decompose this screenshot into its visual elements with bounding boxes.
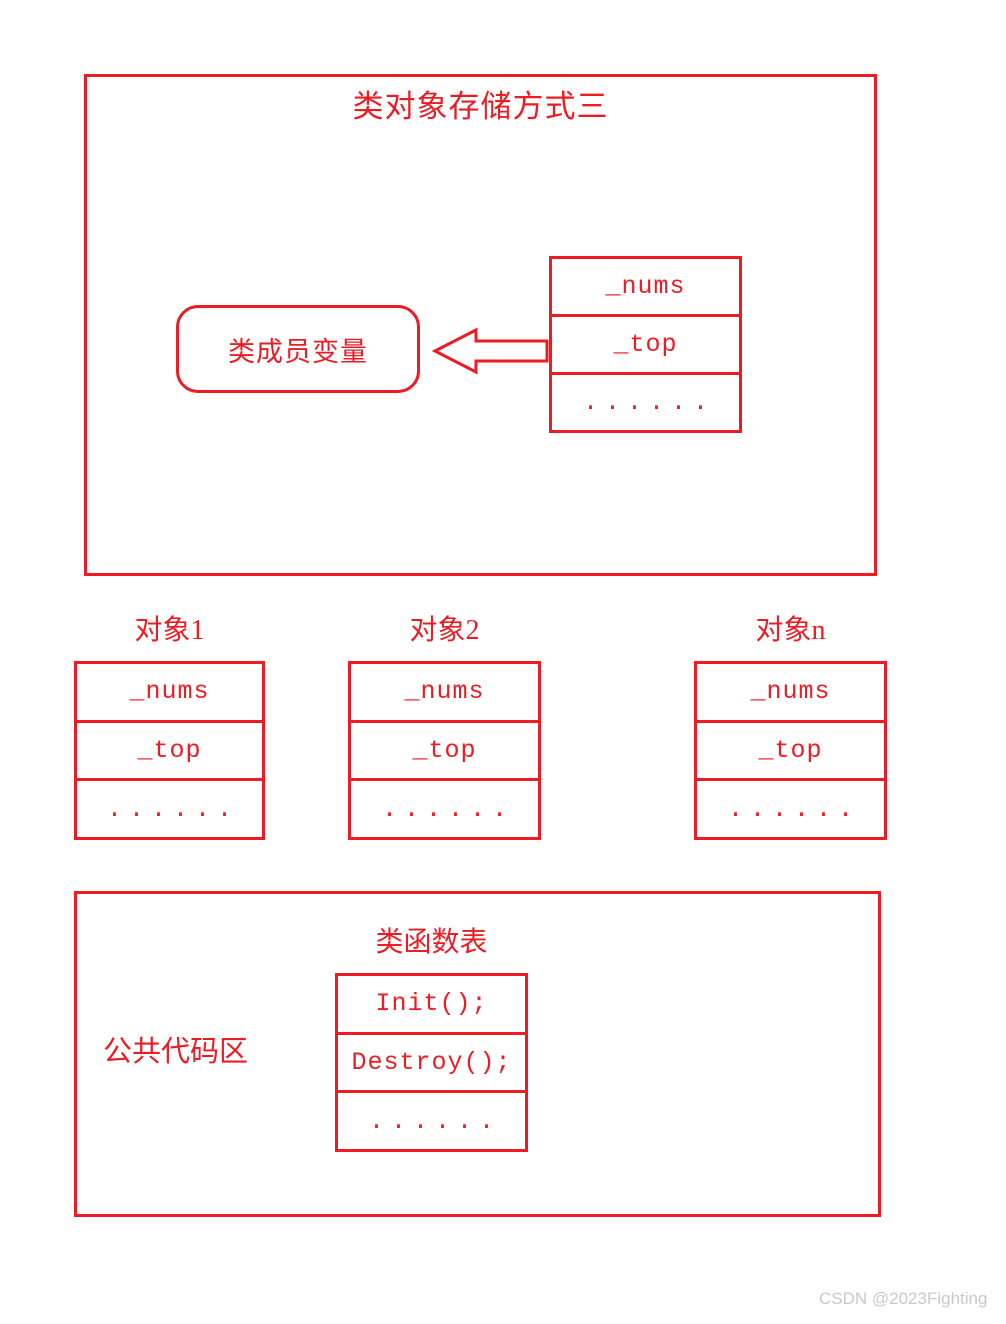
table-row: ...... [351, 778, 538, 837]
table-row: _top [351, 719, 538, 779]
object-table-2: _nums _top ...... [348, 661, 541, 840]
table-row: _top [552, 314, 739, 372]
table-row: ...... [697, 778, 884, 837]
table-row: ...... [552, 372, 739, 430]
table-row: _nums [605, 272, 686, 301]
table-row: ...... [77, 778, 262, 837]
watermark: CSDN @2023Fighting [819, 1289, 988, 1308]
object-label-n: 对象n [755, 615, 826, 646]
class-member-variable-node: 类成员变量 [176, 305, 420, 393]
table-row: Init(); [375, 989, 488, 1019]
class-member-table: _nums _top ...... [549, 256, 742, 433]
table-row: _top [697, 719, 884, 779]
table-row: _nums [129, 677, 210, 707]
table-row: _top [77, 719, 262, 779]
diagram-canvas: 类对象存储方式三 类成员变量 _nums _top ...... 对象1 _nu… [0, 0, 1006, 1324]
public-code-area-label: 公共代码区 [103, 1036, 249, 1068]
function-table-title: 类函数表 [375, 927, 488, 958]
object-label-1: 对象1 [134, 615, 205, 646]
table-row: ...... [338, 1090, 525, 1149]
table-row: _nums [750, 677, 831, 707]
left-arrow-icon [431, 325, 550, 377]
diagram-title: 类对象存储方式三 [352, 89, 609, 124]
object-table-n: _nums _top ...... [694, 661, 887, 840]
table-row: Destroy(); [338, 1031, 525, 1091]
table-row: _nums [404, 677, 485, 707]
class-function-table: Init(); Destroy(); ...... [335, 973, 528, 1152]
object-table-1: _nums _top ...... [74, 661, 265, 840]
object-label-2: 对象2 [409, 615, 480, 646]
